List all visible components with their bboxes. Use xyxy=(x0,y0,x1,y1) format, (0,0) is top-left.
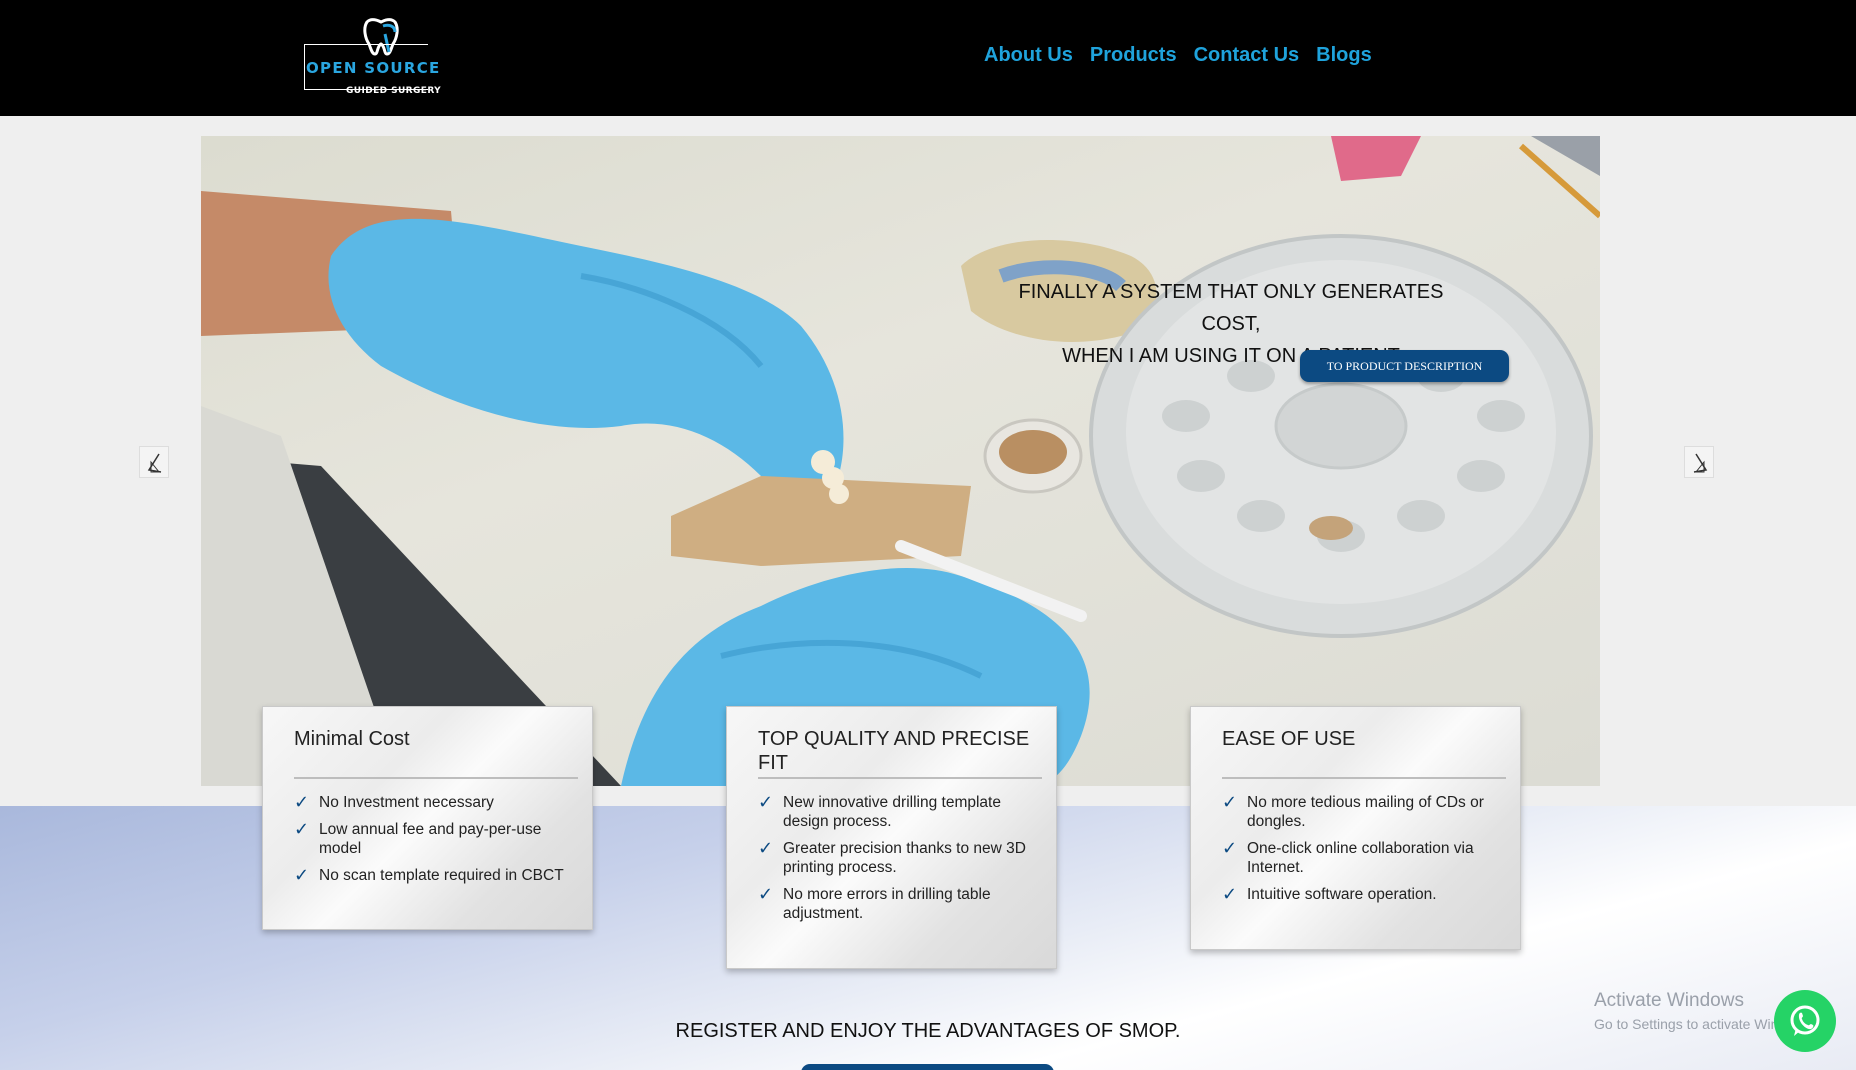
logo-text: OPEN SOURCE xyxy=(306,59,441,77)
feature-list: ✓ New innovative drilling template design… xyxy=(758,793,1036,923)
feature-card-title: Minimal Cost xyxy=(294,728,410,750)
list-item: ✓ New innovative drilling template design… xyxy=(758,792,1001,831)
site-logo[interactable]: OPEN SOURCE GUIDED SURGERY xyxy=(302,14,441,96)
checkmark-icon: ✓ xyxy=(294,792,310,812)
checkmark-icon: ✓ xyxy=(758,884,774,904)
checkmark-icon: ✓ xyxy=(758,838,774,858)
whatsapp-icon xyxy=(1790,1005,1820,1036)
list-item: ✓ Low annual fee and pay-per-use model xyxy=(294,819,542,858)
feature-card-quality: TOP QUALITY AND PRECISE FIT ✓ New innovat… xyxy=(726,706,1057,969)
feature-card-title: EASE OF USE xyxy=(1222,728,1356,750)
checkmark-icon: ✓ xyxy=(1222,792,1238,812)
slider-next-button[interactable] xyxy=(1684,446,1714,478)
slider-prev-button[interactable] xyxy=(139,446,169,478)
hero-slide: FINALLY A SYSTEM THAT ONLY GENERATES COS… xyxy=(201,136,1600,786)
chevron-left-icon xyxy=(147,453,162,473)
list-item: ✓ Intuitive software operation. xyxy=(1222,884,1437,904)
checkmark-icon: ✓ xyxy=(758,792,774,812)
feature-list: ✓ No more tedious mailing of CDs or dongl… xyxy=(1222,793,1500,904)
feature-card-ease-of-use: EASE OF USE ✓ No more tedious mailing of … xyxy=(1190,706,1521,950)
checkmark-icon: ✓ xyxy=(1222,884,1238,904)
nav-blogs[interactable]: Blogs xyxy=(1316,44,1372,67)
list-item: ✓ No scan template required in CBCT xyxy=(294,865,564,885)
divider xyxy=(1222,777,1506,779)
register-heading: REGISTER AND ENJOY THE ADVANTAGES OF SMO… xyxy=(675,1020,1181,1042)
logo-subtext: GUIDED SURGERY xyxy=(346,86,442,96)
feature-list: ✓ No Investment necessary ✓ Low annual fee… xyxy=(294,793,572,885)
list-item: ✓ One-click online collaboration via Inte… xyxy=(1222,838,1474,877)
checkmark-icon: ✓ xyxy=(294,865,310,885)
checkmark-icon: ✓ xyxy=(294,819,310,839)
nav-about-us[interactable]: About Us xyxy=(984,44,1073,67)
checkmark-icon: ✓ xyxy=(1222,838,1238,858)
main-nav: About Us Products Contact Us Blogs xyxy=(984,44,1372,67)
site-header: OPEN SOURCE GUIDED SURGERY About Us Prod… xyxy=(0,0,1856,116)
list-item: ✓ No Investment necessary xyxy=(294,792,494,812)
list-item: ✓ Greater precision thanks to new 3D prin… xyxy=(758,838,1026,877)
nav-products[interactable]: Products xyxy=(1090,44,1177,67)
product-description-button[interactable]: TO PRODUCT DESCRIPTION xyxy=(1300,350,1509,382)
divider xyxy=(294,777,578,779)
feature-card-title: TOP QUALITY AND PRECISE FIT xyxy=(758,728,1030,774)
nav-contact-us[interactable]: Contact Us xyxy=(1194,44,1300,67)
register-button[interactable] xyxy=(801,1064,1054,1070)
hero-image xyxy=(201,136,1600,786)
feature-card-minimal-cost: Minimal Cost ✓ No Investment necessary ✓ L… xyxy=(262,706,593,930)
whatsapp-chat-button[interactable] xyxy=(1774,990,1836,1052)
list-item: ✓ No more tedious mailing of CDs or dongl… xyxy=(1222,792,1484,831)
list-item: ✓ No more errors in drilling table adjust… xyxy=(758,884,991,923)
chevron-right-icon xyxy=(1693,453,1708,473)
divider xyxy=(758,777,1042,779)
hero-caption-line-1: FINALLY A SYSTEM THAT ONLY GENERATES COS… xyxy=(1018,281,1444,335)
